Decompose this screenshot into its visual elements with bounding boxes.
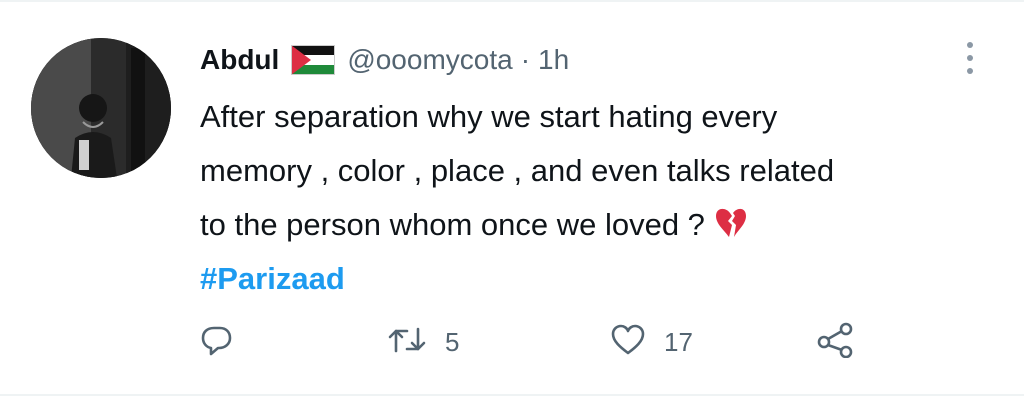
avatar[interactable] bbox=[31, 38, 171, 178]
tweet-actions: 5 17 bbox=[200, 318, 880, 366]
share-button[interactable] bbox=[816, 318, 856, 366]
retweet-icon bbox=[387, 323, 427, 362]
broken-heart-icon bbox=[713, 204, 749, 240]
share-icon bbox=[816, 322, 856, 363]
tweet-text-line-with-emoji: to the person whom once we loved ? bbox=[200, 198, 1000, 252]
tweet-header: Abdul @ooomycota · 1h bbox=[200, 40, 569, 80]
like-button[interactable]: 17 bbox=[610, 318, 693, 366]
hashtag-link[interactable]: #Parizaad bbox=[200, 261, 345, 296]
author-name[interactable]: Abdul bbox=[200, 44, 279, 76]
tweet-text-line: After separation why we start hating eve… bbox=[200, 99, 778, 134]
author-handle[interactable]: @ooomycota bbox=[347, 44, 512, 76]
reply-button[interactable] bbox=[200, 318, 234, 366]
retweet-count: 5 bbox=[445, 326, 460, 357]
top-divider bbox=[0, 0, 1024, 2]
tweet-text-line: to the person whom once we loved ? bbox=[200, 207, 705, 242]
tweet-text: After separation why we start hating eve… bbox=[200, 90, 1000, 306]
tweet-text-line: memory , color , place , and even talks … bbox=[200, 153, 835, 188]
reply-icon bbox=[200, 323, 234, 362]
bottom-divider bbox=[0, 394, 1024, 396]
retweet-button[interactable]: 5 bbox=[387, 318, 459, 366]
heart-icon bbox=[610, 323, 646, 362]
separator-dot: · bbox=[520, 44, 531, 75]
tweet-time[interactable]: 1h bbox=[538, 44, 569, 76]
palestine-flag-icon bbox=[291, 45, 336, 75]
like-count: 17 bbox=[664, 326, 693, 357]
more-options-icon[interactable] bbox=[955, 38, 985, 78]
